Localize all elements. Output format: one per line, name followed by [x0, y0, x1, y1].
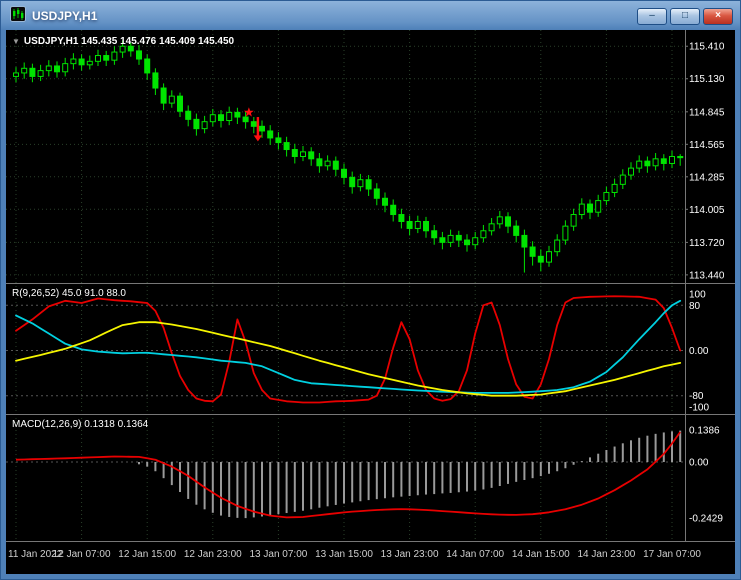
svg-text:13 Jan 15:00: 13 Jan 15:00 [315, 549, 373, 560]
svg-text:113.440: 113.440 [689, 270, 725, 281]
panel-separators [6, 30, 735, 542]
svg-text:0.1386: 0.1386 [689, 426, 720, 437]
svg-text:80: 80 [689, 301, 701, 312]
titlebar[interactable]: USDJPY,H1 – □ × [6, 0, 735, 30]
svg-text:115.410: 115.410 [689, 42, 725, 53]
chart-window: USDJPY,H1 – □ × 115.410 115.130 114.845 114… [0, 0, 741, 580]
chart-client-area[interactable]: 115.410 115.130 114.845 114.565 114.285 114.0… [6, 30, 735, 574]
svg-text:114.285: 114.285 [689, 172, 725, 183]
svg-text:12 Jan 15:00: 12 Jan 15:00 [118, 549, 176, 560]
chart-app-icon [10, 5, 26, 27]
svg-text:13 Jan 23:00: 13 Jan 23:00 [381, 549, 439, 560]
svg-text:-100: -100 [689, 402, 709, 413]
close-button[interactable]: × [703, 7, 733, 25]
svg-text:114.845: 114.845 [689, 107, 725, 118]
svg-text:13 Jan 07:00: 13 Jan 07:00 [249, 549, 307, 560]
maximize-button[interactable]: □ [670, 7, 700, 25]
svg-text:113.720: 113.720 [689, 238, 725, 249]
svg-text:14 Jan 23:00: 14 Jan 23:00 [577, 549, 635, 560]
window-title: USDJPY,H1 [32, 9, 98, 23]
svg-text:12 Jan 23:00: 12 Jan 23:00 [184, 549, 242, 560]
svg-text:0.00: 0.00 [689, 346, 709, 357]
svg-text:12 Jan 07:00: 12 Jan 07:00 [53, 549, 111, 560]
svg-text:100: 100 [689, 290, 706, 301]
symbol-ohlc-text: USDJPY,H1 145.435 145.476 145.409 145.45… [23, 36, 235, 47]
svg-text:0.00: 0.00 [689, 458, 709, 469]
svg-text:-0.2429: -0.2429 [689, 514, 723, 525]
svg-text:115.130: 115.130 [689, 74, 725, 85]
minimize-button[interactable]: – [637, 7, 667, 25]
macd-label: MACD(12,26,9) 0.1318 0.1364 [12, 419, 149, 430]
grid [6, 30, 685, 542]
svg-text:114.005: 114.005 [689, 205, 725, 216]
svg-text:114.565: 114.565 [689, 140, 725, 151]
svg-text:14 Jan 15:00: 14 Jan 15:00 [512, 549, 570, 560]
symbol-info: ▼ USDJPY,H1 145.435 145.476 145.409 145.4… [12, 36, 234, 47]
chart-canvas[interactable]: 115.410 115.130 114.845 114.565 114.285 114.0… [6, 30, 735, 574]
window-controls: – □ × [637, 7, 733, 25]
oscillator-label: R(9,26,52) 45.0 91.0 88.0 [12, 288, 126, 299]
chart-app-icon-svg [10, 5, 26, 22]
svg-text:17 Jan 07:00: 17 Jan 07:00 [643, 549, 701, 560]
chevron-down-icon[interactable]: ▼ [12, 37, 20, 46]
svg-text:-80: -80 [689, 391, 704, 402]
svg-text:14 Jan 07:00: 14 Jan 07:00 [446, 549, 504, 560]
